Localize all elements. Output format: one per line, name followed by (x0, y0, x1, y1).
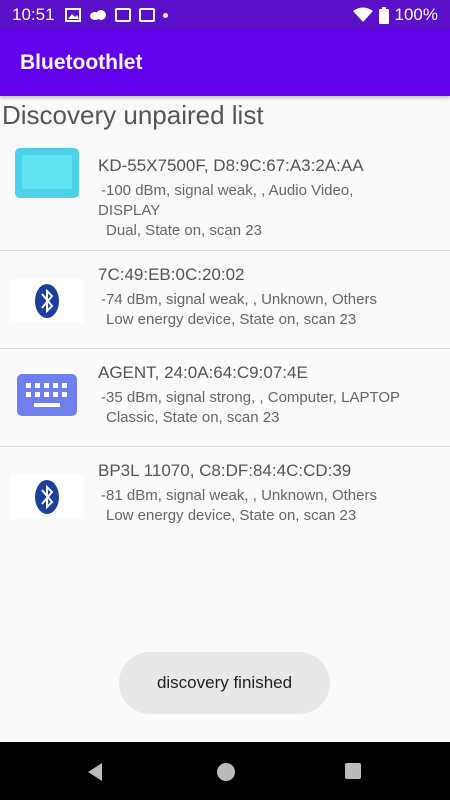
status-right: 100% (352, 5, 438, 25)
device-list: KD-55X7500F, D8:9C:67:A3:2A:AA -100 dBm,… (0, 142, 450, 545)
app-notification-icon-2 (138, 8, 155, 22)
device-details-2: DISPLAY (98, 202, 161, 219)
device-info: KD-55X7500F, D8:9C:67:A3:2A:AA -100 dBm,… (98, 156, 444, 241)
app-bar: Bluetoothlet (0, 30, 450, 96)
status-time: 10:51 (12, 5, 55, 24)
app-title: Bluetoothlet (20, 51, 143, 74)
device-info: BP3L 11070, C8:DF:84:4C:CD:39 -81 dBm, s… (98, 461, 444, 526)
device-state: Low energy device, State on, scan 23 (106, 311, 357, 328)
keyboard-icon (10, 373, 84, 417)
device-details: -35 dBm, signal strong, , Computer, LAPT… (101, 389, 401, 406)
wifi-icon (352, 7, 373, 22)
device-info: 7C:49:EB:0C:20:02 -74 dBm, signal weak, … (98, 265, 444, 330)
back-icon[interactable] (86, 762, 104, 782)
bluetooth-icon (10, 279, 84, 323)
battery-icon (378, 6, 389, 24)
device-name: KD-55X7500F, D8:9C:67:A3:2A:AA (98, 156, 364, 175)
section-title: Discovery unpaired list (2, 100, 264, 130)
device-name: AGENT, 24:0A:64:C9:07:4E (98, 363, 308, 382)
device-details: -74 dBm, signal weak, , Unknown, Others (101, 291, 377, 308)
device-state: Dual, State on, scan 23 (106, 222, 262, 239)
device-name: 7C:49:EB:0C:20:02 (98, 265, 245, 284)
notification-icons (64, 8, 168, 22)
bluetooth-icon (10, 475, 84, 519)
status-bar: 10:51 100% (0, 0, 450, 30)
tv-icon (10, 148, 84, 198)
device-name: BP3L 11070, C8:DF:84:4C:CD:39 (98, 461, 352, 480)
device-state: Classic, State on, scan 23 (106, 409, 280, 426)
device-row[interactable]: AGENT, 24:0A:64:C9:07:4E -35 dBm, signal… (0, 349, 450, 447)
image-icon (64, 8, 81, 22)
navigation-bar (0, 742, 450, 800)
device-row[interactable]: BP3L 11070, C8:DF:84:4C:CD:39 -81 dBm, s… (0, 447, 450, 545)
device-state: Low energy device, State on, scan 23 (106, 507, 357, 524)
device-info: AGENT, 24:0A:64:C9:07:4E -35 dBm, signal… (98, 363, 444, 428)
battery-percent: 100% (394, 5, 438, 24)
device-details: -81 dBm, signal weak, , Unknown, Others (101, 487, 377, 504)
more-notifications-dot (162, 12, 168, 18)
recents-icon[interactable] (344, 762, 362, 780)
device-row[interactable]: KD-55X7500F, D8:9C:67:A3:2A:AA -100 dBm,… (0, 142, 450, 251)
app-notification-icon (114, 8, 131, 22)
device-details: -100 dBm, signal weak, , Audio Video, (101, 182, 354, 199)
home-icon[interactable] (216, 762, 236, 782)
toast-message: discovery finished (119, 652, 330, 714)
device-row[interactable]: 7C:49:EB:0C:20:02 -74 dBm, signal weak, … (0, 251, 450, 349)
cloud-icon (89, 10, 106, 20)
